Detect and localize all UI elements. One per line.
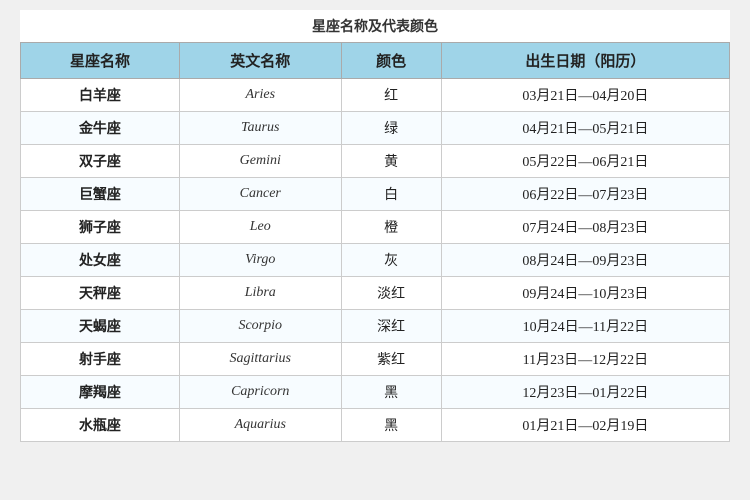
- cell-dates: 10月24日—11月22日: [441, 310, 729, 343]
- cell-english: Capricorn: [179, 376, 341, 409]
- table-header-row: 星座名称 英文名称 颜色 出生日期（阳历）: [21, 43, 730, 79]
- cell-chinese: 摩羯座: [21, 376, 180, 409]
- zodiac-table: 星座名称 英文名称 颜色 出生日期（阳历） 白羊座Aries红03月21日—04…: [20, 42, 730, 442]
- cell-dates: 08月24日—09月23日: [441, 244, 729, 277]
- table-row: 天秤座Libra淡红09月24日—10月23日: [21, 277, 730, 310]
- table-row: 处女座Virgo灰08月24日—09月23日: [21, 244, 730, 277]
- table-row: 水瓶座Aquarius黑01月21日—02月19日: [21, 409, 730, 442]
- cell-color: 红: [341, 79, 441, 112]
- cell-chinese: 处女座: [21, 244, 180, 277]
- header-dates: 出生日期（阳历）: [441, 43, 729, 79]
- cell-chinese: 白羊座: [21, 79, 180, 112]
- table-row: 天蝎座Scorpio深红10月24日—11月22日: [21, 310, 730, 343]
- cell-dates: 09月24日—10月23日: [441, 277, 729, 310]
- cell-english: Libra: [179, 277, 341, 310]
- cell-color: 黑: [341, 409, 441, 442]
- cell-color: 深红: [341, 310, 441, 343]
- table-row: 狮子座Leo橙07月24日—08月23日: [21, 211, 730, 244]
- table-row: 摩羯座Capricorn黑12月23日—01月22日: [21, 376, 730, 409]
- cell-dates: 05月22日—06月21日: [441, 145, 729, 178]
- cell-english: Scorpio: [179, 310, 341, 343]
- cell-color: 绿: [341, 112, 441, 145]
- header-color: 颜色: [341, 43, 441, 79]
- cell-chinese: 双子座: [21, 145, 180, 178]
- cell-color: 黑: [341, 376, 441, 409]
- cell-chinese: 天秤座: [21, 277, 180, 310]
- cell-english: Gemini: [179, 145, 341, 178]
- cell-english: Aries: [179, 79, 341, 112]
- cell-dates: 11月23日—12月22日: [441, 343, 729, 376]
- cell-dates: 07月24日—08月23日: [441, 211, 729, 244]
- cell-color: 淡红: [341, 277, 441, 310]
- cell-color: 黄: [341, 145, 441, 178]
- main-container: 星座名称及代表颜色 星座名称 英文名称 颜色 出生日期（阳历） 白羊座Aries…: [20, 10, 730, 442]
- cell-english: Cancer: [179, 178, 341, 211]
- cell-color: 白: [341, 178, 441, 211]
- cell-english: Aquarius: [179, 409, 341, 442]
- cell-chinese: 水瓶座: [21, 409, 180, 442]
- cell-color: 灰: [341, 244, 441, 277]
- cell-color: 紫红: [341, 343, 441, 376]
- cell-chinese: 金牛座: [21, 112, 180, 145]
- cell-dates: 03月21日—04月20日: [441, 79, 729, 112]
- cell-dates: 12月23日—01月22日: [441, 376, 729, 409]
- cell-chinese: 射手座: [21, 343, 180, 376]
- cell-english: Leo: [179, 211, 341, 244]
- table-row: 金牛座Taurus绿04月21日—05月21日: [21, 112, 730, 145]
- table-row: 射手座Sagittarius紫红11月23日—12月22日: [21, 343, 730, 376]
- cell-english: Virgo: [179, 244, 341, 277]
- cell-color: 橙: [341, 211, 441, 244]
- cell-chinese: 狮子座: [21, 211, 180, 244]
- cell-english: Sagittarius: [179, 343, 341, 376]
- header-english: 英文名称: [179, 43, 341, 79]
- page-title: 星座名称及代表颜色: [20, 10, 730, 42]
- cell-chinese: 巨蟹座: [21, 178, 180, 211]
- cell-dates: 01月21日—02月19日: [441, 409, 729, 442]
- cell-chinese: 天蝎座: [21, 310, 180, 343]
- table-row: 白羊座Aries红03月21日—04月20日: [21, 79, 730, 112]
- cell-dates: 04月21日—05月21日: [441, 112, 729, 145]
- table-row: 巨蟹座Cancer白06月22日—07月23日: [21, 178, 730, 211]
- cell-english: Taurus: [179, 112, 341, 145]
- header-chinese: 星座名称: [21, 43, 180, 79]
- table-row: 双子座Gemini黄05月22日—06月21日: [21, 145, 730, 178]
- cell-dates: 06月22日—07月23日: [441, 178, 729, 211]
